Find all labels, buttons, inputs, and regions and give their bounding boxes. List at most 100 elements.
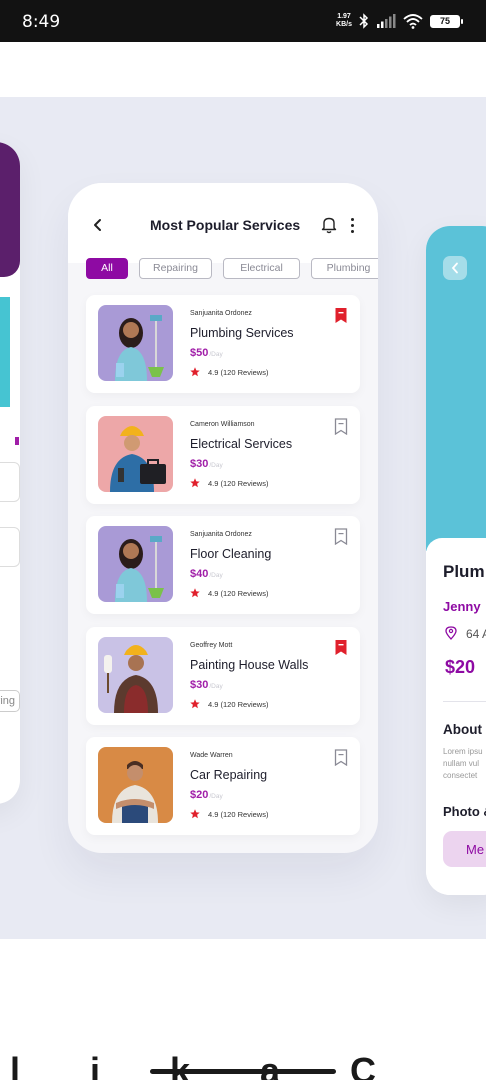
- bookmark-filled-icon[interactable]: [334, 307, 348, 324]
- dot-icon: [350, 224, 354, 227]
- price-value: $40: [190, 568, 209, 580]
- star-icon: [190, 367, 200, 377]
- left-card-field: [0, 527, 20, 567]
- status-time: 8:49: [22, 12, 61, 32]
- filter-chip-repairing[interactable]: Repairing: [139, 258, 212, 279]
- dot-icon: [350, 230, 354, 233]
- star-icon: [190, 809, 200, 819]
- service-photo: [98, 636, 173, 713]
- bookmark-outline-icon[interactable]: [334, 749, 348, 766]
- service-card[interactable]: Cameron Williamson Electrical Services $…: [86, 405, 360, 504]
- provider-name: Sanjuanita Ordonez: [190, 531, 252, 538]
- service-name: Painting House Walls: [190, 657, 309, 672]
- left-card-accent: [15, 437, 19, 445]
- filter-chip-all[interactable]: All: [86, 258, 128, 279]
- chevron-left-icon: [451, 262, 458, 274]
- detail-back-button[interactable]: [443, 256, 467, 280]
- star-icon: [190, 588, 200, 598]
- left-preview-card: ring: [0, 142, 20, 804]
- more-options-button[interactable]: [347, 215, 357, 235]
- wifi-icon: [403, 13, 423, 29]
- left-card-tag: ring: [0, 690, 20, 712]
- bottom-caption: l i k a C: [0, 1040, 486, 1080]
- price-value: $50: [190, 347, 209, 359]
- caption-text: l i k a C: [10, 1050, 407, 1080]
- price-value: $30: [190, 678, 209, 691]
- bookmark-outline-icon[interactable]: [334, 528, 348, 545]
- message-button[interactable]: Me: [443, 831, 486, 867]
- service-price: $20/Day: [190, 789, 223, 801]
- rating-text: 4.9 (120 Reviews): [208, 478, 269, 488]
- service-name: Plumbing Services: [190, 326, 294, 340]
- rating-text: 4.9 (120 Reviews): [208, 368, 269, 377]
- price-value: $20: [190, 789, 209, 801]
- about-description: Lorem ipsu nullam vul consectet: [443, 747, 483, 780]
- provider-name: Cameron Williamson: [190, 420, 255, 428]
- bluetooth-icon: [359, 13, 369, 29]
- network-speed-unit: KB/s: [336, 21, 352, 28]
- bookmark-outline-icon[interactable]: [334, 417, 348, 435]
- price-unit: /Day: [209, 793, 223, 800]
- detail-preview-card: Plum Jenny 64 A $20 About Lorem ipsu nul…: [426, 226, 486, 895]
- service-card[interactable]: Sanjuanita Ordonez Plumbing Services $50…: [86, 295, 360, 393]
- price-unit: /Day: [209, 351, 223, 358]
- provider-name: Geoffrey Mott: [190, 641, 233, 649]
- service-name: Car Repairing: [190, 768, 268, 782]
- price-value: $30: [190, 457, 209, 470]
- service-card[interactable]: Wade Warren Car Repairing $20/Day 4.9 (1…: [86, 737, 360, 835]
- back-button[interactable]: [86, 213, 110, 237]
- left-card-image: [0, 297, 10, 407]
- services-screen: Most Popular Services All Repairing Elec…: [68, 183, 378, 853]
- chevron-left-icon: [94, 219, 101, 231]
- rating-text: 4.9 (120 Reviews): [208, 589, 269, 598]
- status-icons: 1.97 KB/s 75: [336, 13, 463, 29]
- star-icon: [190, 698, 200, 708]
- network-speed-value: 1.97: [337, 13, 351, 20]
- service-photo: [98, 305, 173, 381]
- price-unit: /Day: [209, 572, 223, 579]
- filter-chip-plumbing[interactable]: Plumbing: [311, 258, 378, 279]
- notification-button[interactable]: [321, 216, 339, 234]
- service-photo: [98, 415, 173, 492]
- network-speed: 1.97 KB/s: [336, 13, 352, 29]
- price-unit: /Day: [209, 461, 223, 469]
- bookmark-filled-icon[interactable]: [334, 639, 348, 656]
- filter-chips: All Repairing Electrical Plumbing: [86, 258, 378, 282]
- dot-icon: [350, 218, 354, 221]
- detail-owner: Jenny: [443, 599, 481, 614]
- status-bar: 8:49 1.97 KB/s 75: [0, 0, 486, 42]
- divider: [443, 701, 486, 702]
- signal-icon: [376, 14, 396, 28]
- star-icon: [190, 477, 200, 487]
- detail-address: 64 A: [466, 627, 486, 641]
- filter-chip-electrical[interactable]: Electrical: [223, 258, 300, 279]
- price-unit: /Day: [209, 682, 223, 690]
- left-card-header: [0, 142, 20, 277]
- service-price: $30/Day: [190, 458, 223, 470]
- service-price: $40/Day: [190, 568, 223, 580]
- bell-icon: [321, 217, 337, 234]
- provider-name: Sanjuanita Ordonez: [190, 310, 252, 317]
- rating-text: 4.9 (120 Reviews): [208, 699, 269, 709]
- service-card[interactable]: Geoffrey Mott Painting House Walls $30/D…: [86, 626, 360, 725]
- about-heading: About: [443, 722, 482, 737]
- service-list: Sanjuanita Ordonez Plumbing Services $50…: [86, 295, 360, 848]
- service-price: $50/Day: [190, 347, 223, 359]
- detail-title: Plum: [443, 562, 485, 581]
- photo-heading: Photo &: [443, 804, 486, 819]
- header: Most Popular Services: [68, 183, 378, 263]
- page-title: Most Popular Services: [150, 217, 301, 233]
- service-name: Floor Cleaning: [190, 547, 272, 561]
- mockup-stage: ring Most Popular Services All Repairing…: [0, 97, 486, 939]
- service-name: Electrical Services: [190, 436, 293, 451]
- service-card[interactable]: Sanjuanita Ordonez Floor Cleaning $40/Da…: [86, 516, 360, 614]
- service-photo: [98, 747, 173, 823]
- service-price: $30/Day: [190, 679, 223, 691]
- service-photo: [98, 526, 173, 602]
- detail-price: $20: [445, 657, 476, 677]
- location-pin-icon: [445, 626, 457, 640]
- provider-name: Wade Warren: [190, 752, 233, 759]
- battery-indicator: 75: [430, 14, 463, 28]
- rating-text: 4.9 (120 Reviews): [208, 810, 269, 819]
- gesture-nav-bar[interactable]: [150, 1069, 336, 1074]
